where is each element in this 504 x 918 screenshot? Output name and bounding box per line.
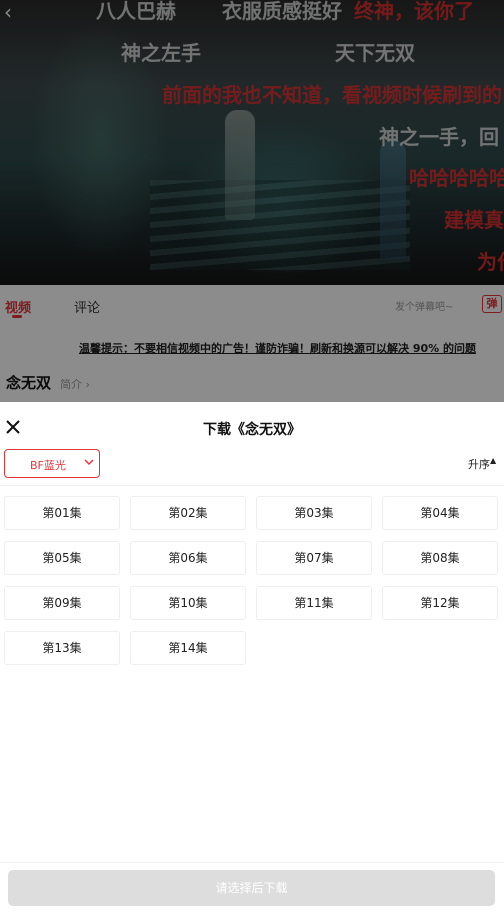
episode-button[interactable]: 第03集 (256, 496, 372, 530)
episode-button[interactable]: 第05集 (4, 541, 120, 575)
divider (0, 862, 504, 863)
modal-overlay[interactable] (0, 0, 504, 402)
quality-select-value: BF蓝光 (30, 459, 66, 472)
download-button[interactable]: 请选择后下载 (8, 870, 495, 906)
sort-arrow-icon: ▲ (490, 456, 497, 465)
episode-button[interactable]: 第12集 (382, 586, 498, 620)
episode-button[interactable]: 第09集 (4, 586, 120, 620)
episode-button[interactable]: 第13集 (4, 631, 120, 665)
episode-button[interactable]: 第06集 (130, 541, 246, 575)
episode-button[interactable]: 第02集 (130, 496, 246, 530)
episode-button[interactable]: 第07集 (256, 541, 372, 575)
chevron-down-icon (84, 459, 94, 466)
episode-button[interactable]: 第11集 (256, 586, 372, 620)
episode-button[interactable]: 第01集 (4, 496, 120, 530)
episode-button[interactable]: 第08集 (382, 541, 498, 575)
panel-title: 下载《念无双》 (203, 422, 301, 438)
quality-select[interactable]: BF蓝光 (4, 449, 100, 478)
episode-button[interactable]: 第10集 (130, 586, 246, 620)
sort-label: 升序 (468, 458, 490, 471)
episode-button[interactable]: 第14集 (130, 631, 246, 665)
sort-toggle[interactable]: 升序▲ (468, 456, 496, 472)
download-panel: 下载《念无双》 BF蓝光 升序▲ 第01集 第02集 第03集 第04集 第05… (0, 402, 504, 918)
divider (0, 485, 504, 486)
episode-button[interactable]: 第04集 (382, 496, 498, 530)
